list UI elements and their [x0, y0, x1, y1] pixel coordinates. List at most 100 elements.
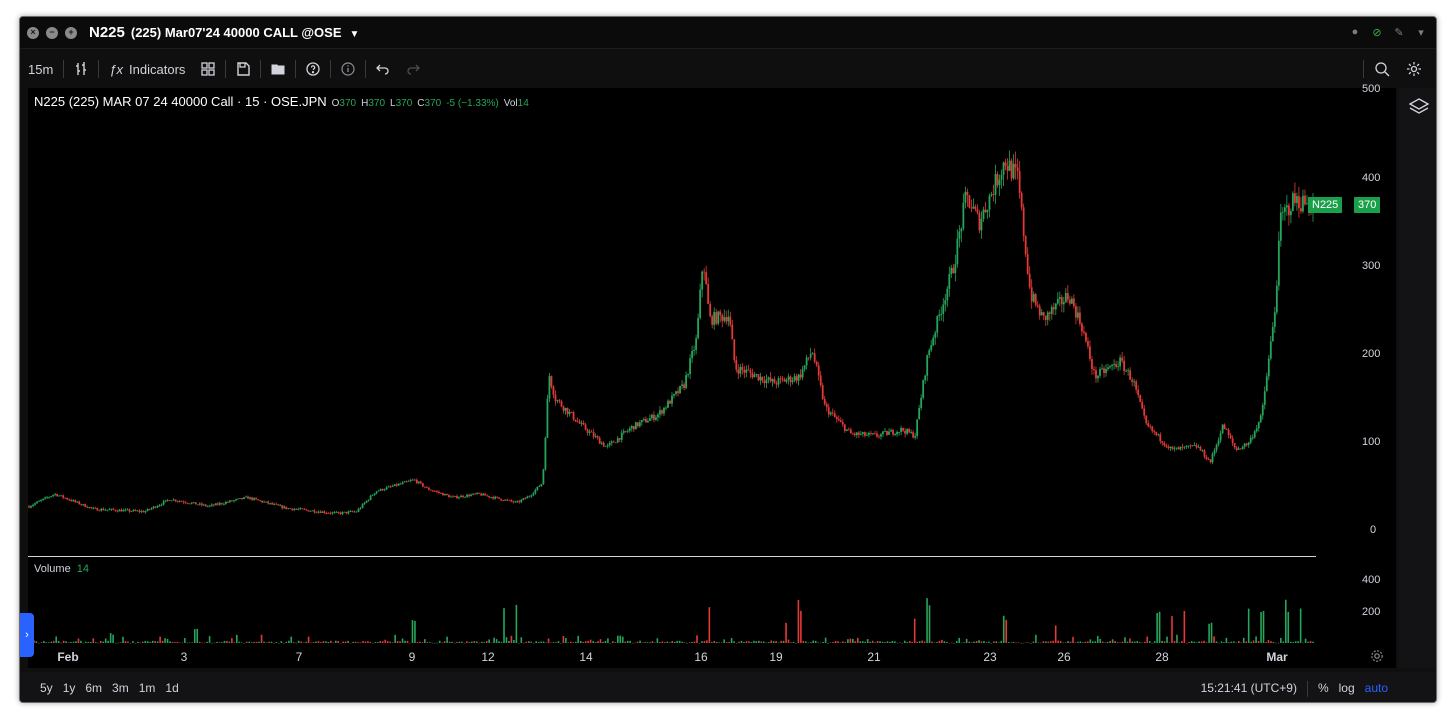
candle-body [952, 267, 955, 274]
candle-body [1119, 357, 1121, 367]
candle-body [333, 512, 336, 514]
candle-body [104, 509, 107, 511]
candle-body [144, 511, 147, 513]
price-chart[interactable] [28, 88, 1396, 556]
candle-body [713, 312, 716, 325]
candle-body [229, 500, 231, 503]
indicators-button[interactable]: ƒx Indicators [101, 57, 193, 81]
candle-body [108, 509, 111, 511]
interval-button[interactable]: 15m [20, 57, 61, 81]
volume-bar [946, 641, 948, 643]
candle-body [1195, 444, 1198, 448]
volume-bar [780, 640, 782, 643]
candle-body [1089, 346, 1091, 360]
time-axis[interactable]: Feb 3 7 9 12 14 16 19 21 23 26 28 Mar [28, 644, 1396, 668]
price-axis[interactable]: 500 400 300 200 100 0 N225 370 400 200 [1308, 83, 1396, 644]
candle-body [210, 504, 213, 506]
range-3m[interactable]: 3m [107, 681, 134, 695]
volume-bar [310, 642, 312, 644]
volume-bar [800, 610, 802, 643]
candle-body [540, 483, 543, 487]
divider [225, 60, 227, 78]
chat-icon[interactable]: ● [1348, 25, 1362, 39]
bar-style-button[interactable] [66, 57, 96, 81]
candle-body [440, 492, 442, 494]
range-1d[interactable]: 1d [160, 681, 183, 695]
candle-body [132, 510, 135, 512]
range-1m[interactable]: 1m [134, 681, 161, 695]
candle-body [970, 207, 973, 209]
chevron-down-icon[interactable]: ▾ [1414, 25, 1428, 39]
candle-body [188, 503, 191, 505]
volume-bar [1131, 641, 1134, 643]
candle-body [1221, 424, 1224, 434]
candle-body [675, 391, 677, 394]
candle-body [50, 496, 53, 497]
info-button[interactable] [333, 57, 363, 81]
chevron-down-icon[interactable]: ▼ [350, 29, 360, 40]
layout-button[interactable] [193, 57, 223, 81]
volume-bar [315, 641, 317, 643]
contract-title: (225) Mar07'24 40000 CALL @OSE [130, 25, 342, 40]
clock[interactable]: 15:21:41 (UTC+9) [1201, 681, 1297, 697]
candle-body [357, 508, 360, 512]
volume-bar [1121, 641, 1124, 643]
volume-bar [525, 641, 528, 643]
candle-body [136, 510, 139, 512]
expand-panel-handle[interactable]: › [20, 613, 34, 657]
volume-bar [87, 641, 90, 643]
candle-body [184, 502, 187, 504]
pin-icon[interactable]: ✎ [1392, 25, 1406, 39]
volume-bar [755, 641, 758, 643]
volume-bar [750, 642, 753, 643]
candle-body [544, 437, 547, 470]
undo-button[interactable] [368, 57, 398, 81]
candle-body [976, 209, 979, 213]
maximize-icon[interactable]: + [65, 26, 77, 39]
open-folder-button[interactable] [263, 57, 293, 81]
auto-toggle[interactable]: auto [1365, 681, 1388, 697]
help-button[interactable] [298, 57, 328, 81]
volume-bar [540, 641, 542, 643]
layers-icon[interactable] [1409, 98, 1429, 116]
volume-bar [1161, 640, 1163, 643]
volume-pane[interactable]: Volume 14 [28, 556, 1396, 644]
candle-body [462, 495, 464, 498]
volume-bar [617, 635, 619, 643]
gear-icon[interactable] [1370, 649, 1384, 663]
candle-body [632, 426, 635, 430]
range-5y[interactable]: 5y [35, 681, 58, 695]
candle-body [82, 504, 85, 505]
percent-toggle[interactable]: % [1318, 681, 1329, 697]
quick-search-button[interactable] [1366, 57, 1398, 81]
candle-body [319, 511, 322, 513]
window-title[interactable]: N225 (225) Mar07'24 40000 CALL @OSE ▼ [89, 24, 359, 41]
volume-bar [508, 640, 510, 643]
candle-body [138, 510, 141, 512]
volume-bar [654, 642, 656, 644]
close-icon[interactable]: × [27, 26, 39, 39]
price-pane[interactable]: N225 (225) MAR 07 24 40000 Call · 15 · O… [28, 88, 1396, 556]
candle-body [1097, 375, 1099, 379]
volume-bar [270, 641, 273, 643]
settings-button[interactable] [1398, 57, 1430, 81]
minimize-icon[interactable]: − [46, 26, 58, 39]
range-6m[interactable]: 6m [80, 681, 107, 695]
save-button[interactable] [228, 57, 258, 81]
volume-bar [676, 640, 678, 643]
volume-bar [772, 641, 775, 643]
candle-body [673, 393, 675, 396]
candle-body [1255, 428, 1258, 432]
undo-icon [376, 64, 389, 75]
candle-body [882, 431, 884, 435]
volume-bar [1225, 637, 1228, 643]
legend-vol-value: 14 [517, 98, 529, 109]
log-toggle[interactable]: log [1339, 681, 1355, 697]
volume-chart[interactable] [28, 557, 1396, 645]
candle-body [1151, 426, 1154, 432]
range-1y[interactable]: 1y [58, 681, 81, 695]
redo-button[interactable] [398, 57, 428, 81]
candle-body [317, 511, 320, 513]
link-icon[interactable]: ⊘ [1370, 25, 1384, 39]
candle-body [349, 511, 352, 512]
